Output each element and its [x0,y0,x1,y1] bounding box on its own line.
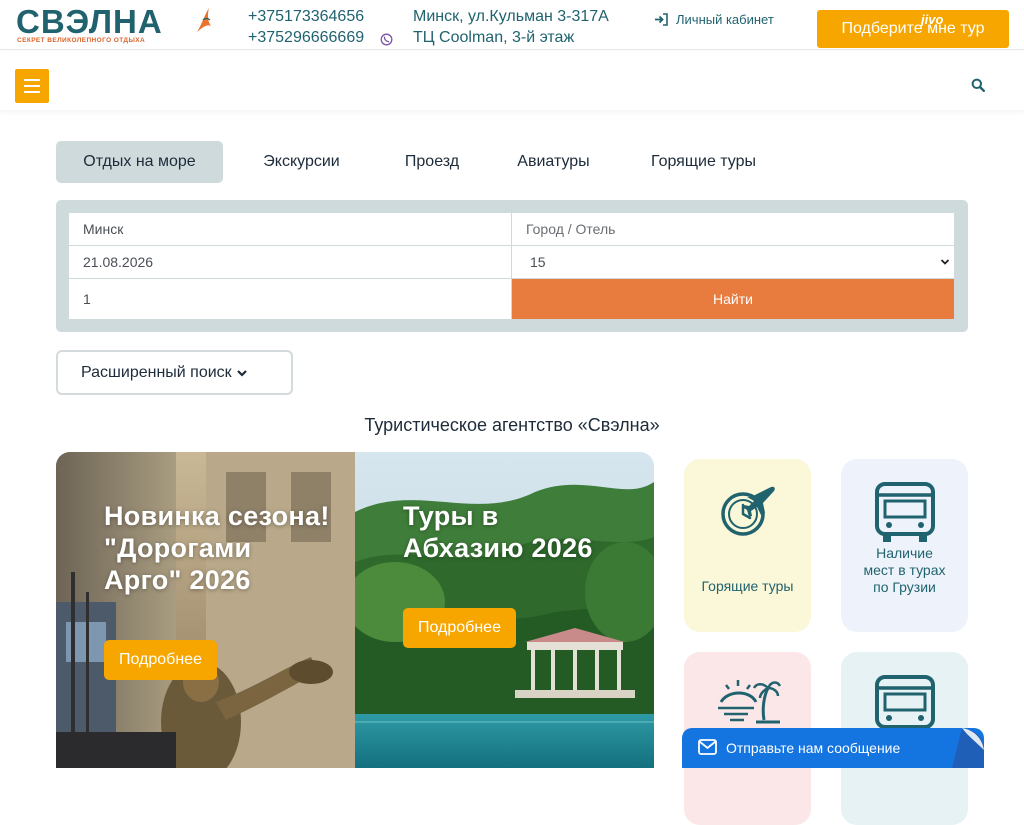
address-line-1: Минск, ул.Кульман 3-317А [413,8,609,25]
bus-icon [875,675,935,729]
departure-city-value: Минск [83,221,124,237]
slide-title: Туры в Абхазию 2026 [403,501,593,563]
logo-tagline: СЕКРЕТ ВЕЛИКОЛЕПНОГО ОТДЫХА [17,37,146,44]
jivo-logo: jivo [921,12,944,27]
site-header: СВЭЛНА СЕКРЕТ ВЕЛИКОЛЕПНОГО ОТДЫХА +3751… [0,0,1024,50]
destination-placeholder: Город / Отель [526,221,616,237]
chat-label: Отправьте нам сообщение [726,740,901,756]
slide-title: Новинка сезона! "Дорогами Арго" 2026 [104,501,330,595]
departure-city-field[interactable]: Минск [69,213,511,245]
tab-hot-tours[interactable]: Горящие туры [632,141,775,183]
tile-georgia-availability[interactable]: Наличие мест в турах по Грузии [841,459,968,632]
beach-icon [718,680,782,724]
tab-excursions[interactable]: Экскурсии [243,141,360,183]
logo[interactable]: СВЭЛНА СЕКРЕТ ВЕЛИКОЛЕПНОГО ОТДЫХА [16,3,212,46]
tourists-field[interactable]: 1 [69,279,511,319]
find-button[interactable]: Найти [512,279,954,319]
advanced-search-label: Расширенный поиск [81,363,232,381]
agency-title: Туристическое агентство «Свэлна» [364,415,660,435]
menu-icon[interactable] [15,69,49,103]
phone-2[interactable]: +375296666669 [248,29,364,47]
date-field[interactable]: 21.08.2026 [69,246,511,278]
slide-more-button[interactable]: Подробнее [104,640,217,680]
nav-bar [0,51,1024,110]
advanced-search-button[interactable]: Расширенный поиск [56,350,293,395]
logo-text: СВЭЛНА [16,3,163,40]
nights-select[interactable]: 15 [512,246,954,278]
nights-value: 15 [530,254,546,270]
cabinet-label: Личный кабинет [676,11,774,27]
chevron-down-icon [940,259,950,265]
tab-transport[interactable]: Проезд [386,141,478,183]
slide-more-button[interactable]: Подробнее [403,608,516,648]
phone-1[interactable]: +375173364656 [248,8,364,26]
bird-logo-icon [197,8,211,32]
date-value: 21.08.2026 [83,254,154,270]
viber-icon[interactable] [380,33,393,46]
clock-plane-icon [721,486,775,536]
envelope-icon [698,739,717,755]
pick-tour-button[interactable]: Подберите мне тур [817,10,1009,48]
chat-widget[interactable]: Отправьте нам сообщение [682,728,984,768]
tourists-value: 1 [83,291,91,307]
chevron-down-icon [236,369,247,377]
chat-corner-curl [952,728,984,768]
tab-sea-holidays[interactable]: Отдых на море [56,141,223,183]
bus-icon [875,482,935,542]
tile-label: Наличие мест в турах по Грузии [863,545,946,595]
tile-label: Горящие туры [701,578,794,594]
promo-slide-abkhazia[interactable]: Туры в Абхазию 2026 Подробнее [355,452,654,768]
promo-slide-argo[interactable]: Новинка сезона! "Дорогами Арго" 2026 Под… [56,452,355,768]
destination-field[interactable]: Город / Отель [512,213,954,245]
address-line-2: ТЦ Coolman, 3-й этаж [413,29,575,46]
tile-hot-tours[interactable]: Горящие туры [684,459,811,632]
tab-air-tours[interactable]: Авиатуры [501,141,606,183]
search-icon[interactable] [971,78,985,92]
personal-cabinet-link[interactable]: Личный кабинет [654,10,774,28]
login-icon [655,12,668,26]
